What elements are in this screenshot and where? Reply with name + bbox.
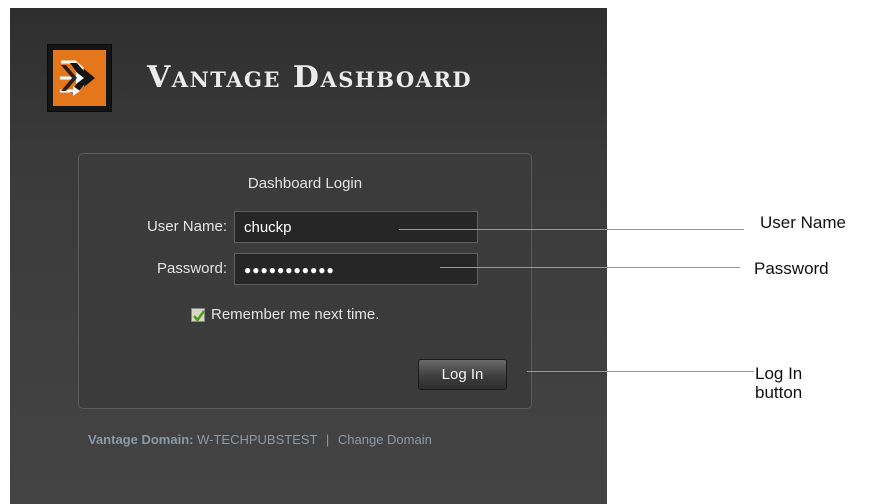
login-heading: Dashboard Login — [247, 175, 363, 192]
log-in-callout-line1: Log In — [755, 364, 803, 383]
username-input[interactable]: chuckp — [234, 211, 478, 243]
password-label: Password: — [156, 260, 227, 277]
app-title: Vantage Dashboard — [147, 60, 473, 95]
dashboard-login-panel: Vantage Dashboard Dashboard Login User N… — [10, 8, 607, 504]
password-callout-line — [440, 267, 740, 268]
remember-me-label: Remember me next time. — [211, 306, 380, 323]
domain-info: Vantage Domain: W-TECHPUBSTEST | Change … — [88, 432, 432, 447]
remember-me-checkbox[interactable] — [191, 307, 206, 322]
log-in-callout-line2: button — [755, 383, 803, 402]
domain-value: W-TECHPUBSTEST — [197, 432, 318, 447]
password-input[interactable]: ●●●●●●●●●●● — [234, 253, 478, 285]
login-form: Dashboard Login User Name: chuckp Passwo… — [78, 153, 532, 409]
password-callout: Password — [754, 259, 829, 278]
vantage-logo-icon — [47, 44, 112, 112]
log-in-callout: Log In button — [755, 364, 802, 402]
log-in-callout-line — [527, 371, 754, 372]
change-domain-link[interactable]: Change Domain — [338, 432, 432, 447]
username-label: User Name: — [146, 218, 227, 235]
domain-separator: | — [325, 432, 330, 447]
domain-label: Vantage Domain: — [88, 432, 194, 447]
log-in-button[interactable]: Log In — [418, 359, 507, 390]
checkmark-icon — [193, 309, 206, 322]
remember-me-option[interactable]: Remember me next time. — [191, 306, 379, 323]
user-name-callout-line — [399, 229, 744, 230]
user-name-callout: User Name — [760, 213, 846, 232]
